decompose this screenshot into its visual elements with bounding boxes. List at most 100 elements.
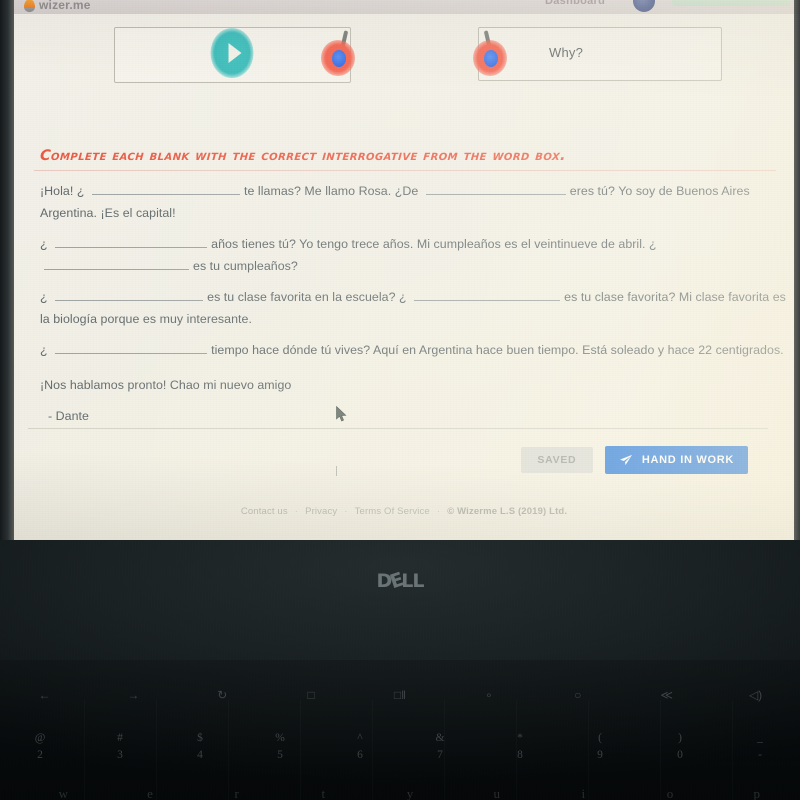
laptop-body: D E LL ← → ↻ □ □‖ ∘ ○ ≪ ◁) @2 #3 $4% 5 ^ 6 & 7 * 8(9) 0 _ - we… xyxy=(0,540,800,800)
map-pin-icon-1[interactable] xyxy=(321,30,355,76)
keyboard-letter-key: y xyxy=(406,786,414,800)
keyboard-function-key: ↻ xyxy=(217,688,228,702)
keyboard-number-key: % 5 xyxy=(275,732,285,761)
keyboard-letter-key: w xyxy=(58,786,69,800)
answer-blank-input[interactable] xyxy=(425,180,566,195)
footer-separator: · xyxy=(294,506,299,517)
nav-dashboard-link[interactable]: Dashboard xyxy=(545,0,605,7)
screen-bezel-left xyxy=(0,0,14,540)
answer-blank-input[interactable] xyxy=(91,180,240,195)
saved-button[interactable]: SAVED xyxy=(520,447,593,473)
paragraph-text: ¿ xyxy=(40,290,52,304)
keyboard-seam xyxy=(84,700,85,800)
keyboard-function-key: □ xyxy=(307,688,315,702)
keyboard-seam xyxy=(300,700,301,800)
footer-copyright: © Wizerme L.S (2019) Ltd. xyxy=(447,506,568,517)
actions-divider xyxy=(28,428,768,429)
hand-in-work-button[interactable]: HAND IN WORK xyxy=(604,446,748,474)
keyboard-function-key: ◁) xyxy=(748,688,763,702)
paragraph-text: es tu cumpleaños? xyxy=(193,259,298,273)
keyboard-letter-row: wertyuiop xyxy=(20,786,800,800)
footer-terms-link[interactable]: Terms Of Service xyxy=(355,506,430,517)
worksheet-paragraph: ¿ años tienes tú? Yo tengo trece años. M… xyxy=(40,233,788,277)
brand-logo[interactable]: wizer.me xyxy=(24,0,91,14)
keyboard-letter-key: e xyxy=(147,786,153,800)
brand-name: wizer.me xyxy=(39,0,91,12)
keyboard-number-key: (9 xyxy=(597,732,603,761)
keyboard-function-key: ○ xyxy=(574,688,582,702)
stray-mark xyxy=(336,466,337,476)
keyboard-letter-key: t xyxy=(321,786,326,800)
keyboard-letter-key: r xyxy=(234,786,239,800)
footer-separator: · xyxy=(436,506,441,517)
play-icon[interactable] xyxy=(210,28,254,78)
dell-logo: D E LL xyxy=(376,568,425,594)
paragraph-text: es tu clase favorita en la escuela? ¿ xyxy=(207,290,411,304)
map-pin-icon-2[interactable] xyxy=(473,30,507,76)
keyboard-number-row: @2 #3 $4% 5 ^ 6 & 7 * 8(9) 0 _ - xyxy=(0,730,800,764)
activity-widget-row: Why? xyxy=(14,20,794,90)
pin-core xyxy=(484,50,498,67)
keyboard-letter-key: p xyxy=(753,786,760,800)
keyboard-letter-key: i xyxy=(581,786,586,800)
keyboard-number-key: ) 0 xyxy=(677,732,683,761)
worksheet-page: Why? Complete each blank with the correc… xyxy=(14,14,794,540)
worksheet-body: ¡Hola! ¿ te llamas? Me llamo Rosa. ¿De e… xyxy=(40,180,788,436)
answer-blank-input[interactable] xyxy=(414,286,561,301)
answer-blank-input[interactable] xyxy=(55,286,204,301)
laptop-screen: Why? Complete each blank with the correc… xyxy=(0,0,800,540)
keyboard-seam xyxy=(372,700,373,800)
worksheet-paragraph: ¿ es tu clase favorita en la escuela? ¿ … xyxy=(40,286,788,330)
paragraph-text: ¿ xyxy=(40,343,52,357)
screenshot-root: Why? Complete each blank with the correc… xyxy=(0,0,800,800)
avatar[interactable] xyxy=(633,0,655,12)
pin-core xyxy=(332,50,346,67)
worksheet-paragraph: ¡Hola! ¿ te llamas? Me llamo Rosa. ¿De e… xyxy=(40,180,788,224)
keyboard-function-key: ≪ xyxy=(660,688,673,702)
keyboard-number-key: ^ 6 xyxy=(357,732,363,761)
keyboard-number-key: & 7 xyxy=(435,732,445,761)
answer-blank-input[interactable] xyxy=(44,255,189,270)
hand-in-work-label: HAND IN WORK xyxy=(641,454,734,466)
lightbulb-icon xyxy=(24,0,35,12)
class-code-pill-label: Enter class code xyxy=(676,0,751,2)
keyboard-number-key: * 8 xyxy=(517,732,523,761)
keyboard-function-row: ← → ↻ □ □‖ ∘ ○ ≪ ◁) xyxy=(0,688,800,702)
question-widget-box[interactable] xyxy=(478,27,722,81)
paper-plane-icon xyxy=(619,454,632,466)
worksheet-paragraph-list: ¡Hola! ¿ te llamas? Me llamo Rosa. ¿De e… xyxy=(40,180,788,361)
worksheet-actions: SAVED HAND IN WORK xyxy=(520,446,748,474)
keyboard-function-key: → xyxy=(127,688,140,702)
question-widget-label: Why? xyxy=(549,45,584,60)
keyboard-seam xyxy=(588,700,589,800)
keyboard-function-key: □‖ xyxy=(393,688,407,702)
worksheet-signature: - Dante xyxy=(48,409,89,423)
paragraph-text: te llamas? Me llamo Rosa. ¿De xyxy=(243,184,422,198)
keyboard-seam xyxy=(156,700,157,800)
keyboard-seam xyxy=(732,700,733,800)
footer-privacy-link[interactable]: Privacy xyxy=(305,506,337,517)
answer-blank-input[interactable] xyxy=(55,339,208,354)
keyboard-letter-key: o xyxy=(666,786,674,800)
keyboard-seam xyxy=(660,700,661,800)
keyboard-function-key: ∘ xyxy=(485,688,493,702)
worksheet-paragraph: ¿ tiempo hace dónde tú vives? Aquí en Ar… xyxy=(40,339,788,361)
paragraph-text: ¡Hola! ¿ xyxy=(40,184,88,198)
footer-contact-link[interactable]: Contact us xyxy=(241,506,288,517)
mouse-cursor xyxy=(336,406,347,422)
keyboard-number-key: #3 xyxy=(117,732,123,761)
worksheet-closing-line: ¡Nos hablamos pronto! Chao mi nuevo amig… xyxy=(40,378,292,392)
page-footer: Contact us · Privacy · Terms Of Service … xyxy=(14,506,794,517)
worksheet-instruction-title: Complete each blank with the correct int… xyxy=(39,148,567,164)
keyboard-letter-key: u xyxy=(493,786,500,800)
keyboard-seam xyxy=(516,700,517,800)
title-divider xyxy=(34,170,776,171)
screen-bezel-right xyxy=(794,0,800,540)
paragraph-text: años tienes tú? Yo tengo trece años. Mi … xyxy=(211,237,657,251)
paragraph-text: ¿ xyxy=(40,237,52,251)
play-triangle xyxy=(228,43,241,63)
answer-blank-input[interactable] xyxy=(55,233,208,248)
keyboard-number-key: @2 xyxy=(34,732,46,761)
keyboard-function-key: ← xyxy=(38,688,51,702)
keyboard-seam xyxy=(444,700,445,800)
